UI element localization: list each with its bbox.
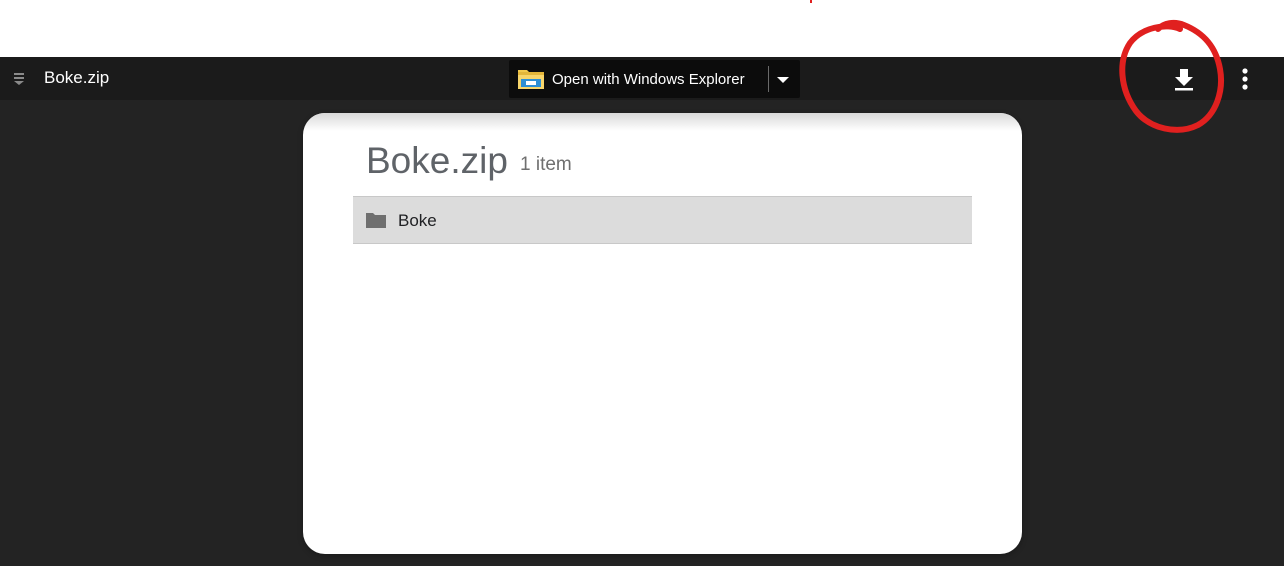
drag-handle-icon[interactable] xyxy=(13,72,25,86)
file-title: Boke.zip xyxy=(44,68,110,87)
annotation-stray-mark xyxy=(810,0,812,3)
more-vert-icon[interactable] xyxy=(1232,65,1258,93)
caret-down-icon[interactable] xyxy=(773,70,793,88)
list-item-label: Boke xyxy=(398,211,437,230)
folder-icon xyxy=(366,213,386,228)
card-shadow xyxy=(303,113,1022,131)
screen: Boke.zip Open with Windows Explorer Boke… xyxy=(0,0,1284,566)
open-with-label: Open with Windows Explorer xyxy=(552,71,745,88)
file-explorer-icon xyxy=(518,70,544,89)
archive-title: Boke.zip xyxy=(366,140,508,181)
archive-viewer: Boke.zip Open with Windows Explorer Boke… xyxy=(0,19,1284,566)
archive-card: Boke.zip 1 item Boke xyxy=(303,113,1022,554)
archive-item-list: Boke xyxy=(353,196,972,244)
download-icon[interactable] xyxy=(1168,65,1200,93)
item-count: 1 item xyxy=(520,154,572,175)
viewer-header: Boke.zip Open with Windows Explorer xyxy=(0,19,1284,133)
list-item[interactable]: Boke xyxy=(353,196,972,244)
open-with-button[interactable]: Open with Windows Explorer xyxy=(509,60,800,98)
page-top-area xyxy=(0,0,1284,57)
open-with-divider xyxy=(768,66,769,92)
